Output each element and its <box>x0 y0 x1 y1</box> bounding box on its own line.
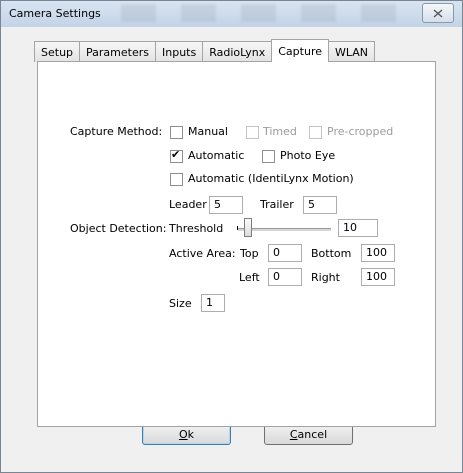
cancel-button-accelerator: C <box>289 427 298 441</box>
blurred-background-text <box>121 4 421 22</box>
ok-button-label: k <box>187 427 195 441</box>
active-area-label: Active Area: <box>169 247 236 260</box>
slider-thumb[interactable] <box>244 218 252 237</box>
manual-checkbox[interactable] <box>170 126 183 139</box>
capture-tab-panel: Capture Method: Manual Timed Pre-cropped… <box>37 61 436 427</box>
precropped-label: Pre-cropped <box>327 125 394 138</box>
close-button[interactable] <box>422 3 454 23</box>
tab-strip: Setup Parameters Inputs RadioLynx Captur… <box>34 39 376 62</box>
automatic-checkbox[interactable]: ✔ <box>170 148 183 163</box>
tab-inputs[interactable]: Inputs <box>155 41 204 62</box>
tab-radiolynx[interactable]: RadioLynx <box>202 41 273 62</box>
top-label: Top <box>240 247 259 260</box>
title-bar[interactable]: Camera Settings <box>1 1 462 27</box>
timed-checkbox[interactable] <box>246 126 259 139</box>
object-detection-label: Object Detection: <box>70 222 167 235</box>
threshold-input[interactable]: 10 <box>338 219 378 237</box>
left-label: Left <box>239 271 260 284</box>
cancel-button-label: ancel <box>297 427 328 441</box>
trailer-input[interactable]: 5 <box>303 196 337 214</box>
slider-tick <box>237 226 238 230</box>
bottom-input[interactable]: 100 <box>361 244 395 262</box>
threshold-label: Threshold <box>169 222 224 235</box>
tab-wlan[interactable]: WLAN <box>328 41 376 62</box>
tab-parameters[interactable]: Parameters <box>79 41 156 62</box>
tab-capture[interactable]: Capture <box>271 39 329 62</box>
bottom-label: Bottom <box>311 247 352 260</box>
automatic-motion-checkbox[interactable] <box>170 173 183 186</box>
close-x-icon <box>433 8 443 18</box>
top-input[interactable]: 0 <box>268 244 302 262</box>
ok-button-accelerator: O <box>178 427 188 441</box>
right-label: Right <box>311 271 340 284</box>
camera-settings-window: Camera Settings Setup Parameters Inputs … <box>0 0 463 473</box>
dialog-client-area: Setup Parameters Inputs RadioLynx Captur… <box>9 31 454 463</box>
capture-method-label: Capture Method: <box>70 125 163 138</box>
left-input[interactable]: 0 <box>268 268 302 286</box>
manual-label: Manual <box>188 125 228 138</box>
right-input[interactable]: 100 <box>361 268 395 286</box>
size-label: Size <box>169 297 192 310</box>
precropped-checkbox[interactable] <box>309 126 322 139</box>
photo-eye-checkbox[interactable] <box>262 150 275 163</box>
timed-label: Timed <box>263 125 297 138</box>
size-input[interactable]: 1 <box>201 294 225 312</box>
leader-input[interactable]: 5 <box>209 196 243 214</box>
leader-label: Leader <box>169 198 207 211</box>
automatic-label: Automatic <box>188 149 245 162</box>
window-title: Camera Settings <box>9 7 101 20</box>
tab-setup[interactable]: Setup <box>34 41 81 62</box>
trailer-label: Trailer <box>260 198 294 211</box>
automatic-motion-label: Automatic (IdentiLynx Motion) <box>188 172 354 185</box>
photo-eye-label: Photo Eye <box>280 149 336 162</box>
checkmark-icon: ✔ <box>171 148 181 161</box>
